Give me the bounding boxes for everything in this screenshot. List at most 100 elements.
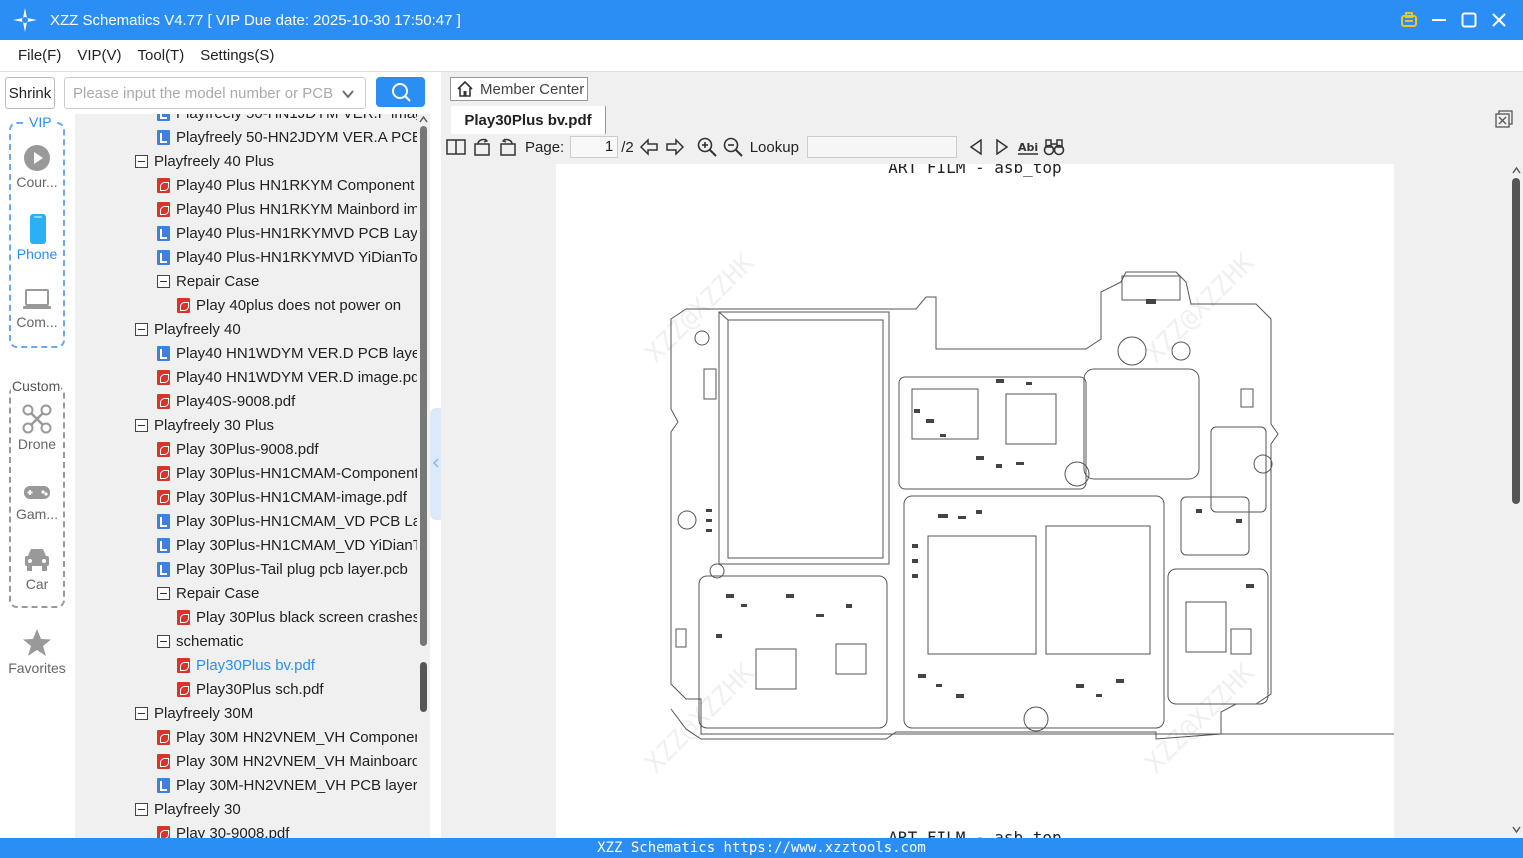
tree-file[interactable]: Play 40plus does not power on [177,293,401,317]
scroll-down-icon[interactable] [1512,826,1521,833]
tree-item-label: Playfreely 30 Plus [154,416,275,434]
watermark-text: XZZ@XZZHK [640,248,761,369]
minimize-icon[interactable] [1429,10,1449,30]
collapse-toggle-icon[interactable] [135,706,148,720]
find-previous-icon[interactable] [965,136,987,158]
zoom-out-icon[interactable] [722,136,744,158]
tree-file[interactable]: Play 30Plus-HN1CMAM_VD YiDianT [157,533,417,557]
scroll-up-icon[interactable] [1512,167,1521,174]
tree-scrollbar[interactable] [417,114,430,838]
scroll-up-icon[interactable] [419,116,428,123]
tree-folder[interactable]: Playfreely 30M [135,701,253,725]
collapse-toggle-icon[interactable] [135,322,148,336]
tree-file[interactable]: Play 30Plus-HN1CMAM_VD PCB Lay [157,509,417,533]
tree-file[interactable]: Play40 Plus HN1RKYM Component [157,173,414,197]
tree-file[interactable]: Play 30Plus-HN1CMAM-Component [157,461,417,485]
menu-file[interactable]: File(F) [10,47,69,64]
member-center-button[interactable]: Member Center [450,77,588,101]
tree-file[interactable]: Playfreely 50-HN1JDYM VER.F imag [157,114,417,125]
category-drone[interactable]: Drone [0,404,74,452]
lookup-input[interactable] [806,136,957,158]
tree-folder[interactable]: schematic [157,629,244,653]
tree-file[interactable]: Play 30M-HN2VNEM_VH PCB layer [157,773,417,797]
category-computer[interactable]: Com... [0,286,74,330]
rotate-right-icon[interactable] [497,136,519,158]
menu-settings[interactable]: Settings(S) [192,47,282,64]
menu-vip[interactable]: VIP(V) [69,47,129,64]
tree-item-label: Play 30Plus black screen crashes [196,608,417,626]
tree-file[interactable]: Play40 Plus-HN1RKYMVD YiDianTon [157,245,417,269]
pdf-scroll-thumb[interactable] [1512,178,1520,504]
find-next-icon[interactable] [991,136,1013,158]
tree-file[interactable]: Play 30Plus-9008.pdf [157,437,319,461]
rotate-left-icon[interactable] [471,136,493,158]
panel-collapse-handle[interactable] [430,408,441,520]
tree-scroll-thumb-secondary[interactable] [420,662,427,712]
tree-item-label: Play40 Plus HN1RKYM Mainbord im [176,200,417,218]
next-page-arrow-icon[interactable] [664,136,686,158]
tree-file[interactable]: Play40 HN1WDYM VER.D PCB layer [157,341,417,365]
tree-file[interactable]: Play 30-9008.pdf [157,821,289,838]
previous-page-arrow-icon[interactable] [638,136,660,158]
tree-file[interactable]: Play 30Plus-Tail plug pcb layer.pcb [157,557,408,581]
tree-file[interactable]: Play 30M HN2VNEM_VH Component [157,725,417,749]
category-sidebar: VIP Cour... Phone Com... Custom Drone Ga… [0,114,74,838]
sidebar-toggle-icon[interactable] [445,136,467,158]
tree-folder[interactable]: Repair Case [157,581,259,605]
category-phone[interactable]: Phone [0,214,74,262]
tree-folder[interactable]: Repair Case [157,269,259,293]
category-car[interactable]: Car [0,546,74,592]
menu-tool[interactable]: Tool(T) [130,47,193,64]
category-courses[interactable]: Cour... [0,144,74,190]
restore-window-icon[interactable] [1495,110,1513,128]
chevron-down-icon[interactable] [341,87,355,101]
close-icon[interactable] [1489,10,1509,30]
search-combobox[interactable] [64,77,366,109]
category-favorites[interactable]: Favorites [0,628,74,676]
tree-folder[interactable]: Playfreely 30 Plus [135,413,274,437]
vip-group-label: VIP [27,114,54,130]
shrink-button[interactable]: Shrink [5,77,55,109]
maximize-icon[interactable] [1459,10,1479,30]
collapse-toggle-icon[interactable] [157,586,170,600]
pdf-file-icon [157,489,170,505]
tree-item-label: Playfreely 30M [154,704,254,722]
tree-file[interactable]: Play 30Plus-HN1CMAM-image.pdf [157,485,407,509]
vip-crown-icon[interactable] [1399,10,1419,30]
tree-file[interactable]: Play40S-9008.pdf [157,389,295,413]
pdf-scrollbar[interactable] [1509,164,1523,838]
page-number-input[interactable]: 1 [570,136,619,158]
tree-file[interactable]: Play 30Plus black screen crashes [177,605,417,629]
tree-item-label: Play 30M HN2VNEM_VH Component [176,728,417,746]
match-case-icon[interactable]: Abi [1017,136,1039,158]
search-input[interactable] [73,84,338,102]
tree-file[interactable]: Play30Plus sch.pdf [177,677,324,701]
tree-folder[interactable]: Playfreely 40 [135,317,241,341]
collapse-toggle-icon[interactable] [157,634,170,648]
watermark-text: XZZ@XZZHK [1140,248,1261,369]
find-all-binoculars-icon[interactable] [1043,136,1065,158]
tree-file[interactable]: Play 30M HN2VNEM_VH Mainboard [157,749,417,773]
tree-folder[interactable]: Playfreely 30 [135,797,241,821]
tree-file[interactable]: Play40 HN1WDYM VER.D image.pdf [157,365,417,389]
collapse-toggle-icon[interactable] [135,418,148,432]
tree-file[interactable]: Playfreely 50-HN2JDYM VER.A PCB [157,125,417,149]
tree-folder[interactable]: Playfreely 40 Plus [135,149,274,173]
pdf-page-view[interactable]: ART FILM - asb_top XZZ@XZZHK XZZ@XZZHK X… [556,164,1394,838]
collapse-toggle-icon[interactable] [157,274,170,288]
pcb-file-icon [157,777,170,793]
category-games[interactable]: Gam... [0,482,74,522]
tree-scroll-thumb[interactable] [420,126,427,646]
zoom-in-icon[interactable] [696,136,718,158]
pdf-file-icon [157,825,170,838]
tree-file[interactable]: Play30Plus bv.pdf [177,653,315,677]
tree-item-label: Repair Case [176,272,260,290]
collapse-toggle-icon[interactable] [135,802,148,816]
tree-item-label: Playfreely 40 [154,320,241,338]
search-button[interactable] [376,77,425,107]
tree-item-label: Play 30Plus-Tail plug pcb layer.pcb [176,560,408,578]
collapse-toggle-icon[interactable] [135,154,148,168]
tree-file[interactable]: Play40 Plus-HN1RKYMVD PCB Layer [157,221,417,245]
tree-file[interactable]: Play40 Plus HN1RKYM Mainbord im [157,197,417,221]
tab-play30plus-bv[interactable]: Play30Plus bv.pdf [451,106,606,134]
